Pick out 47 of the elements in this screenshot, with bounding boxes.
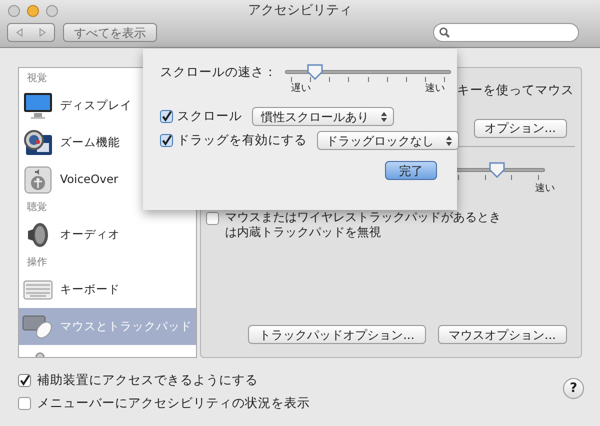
minimize-button[interactable] [27,5,39,17]
up-down-arrows-icon [381,112,387,122]
show-all-button[interactable]: すべてを表示 [63,23,157,42]
search-icon [439,27,450,38]
mouse-keys-text: キーを使ってマウス [457,81,575,99]
monitor-icon [23,92,53,120]
trackpad-mouse-icon [22,314,54,340]
options-button[interactable]: オプション... [474,118,567,138]
scroll-speed-label: スクロールの速さ： [160,63,277,81]
checkbox[interactable] [160,134,173,147]
fast-label: 速い [535,182,555,196]
slider[interactable] [285,63,451,81]
checkbox[interactable] [206,212,219,225]
option-label: スクロール [177,107,242,126]
popup-menu[interactable]: 慣性スクロールあり [252,107,394,126]
sidebar-item[interactable]: キーボード [19,271,196,308]
done-button[interactable]: 完了 [385,161,437,180]
options-button[interactable]: トラックパッドオプション... [248,325,426,344]
checkbox-label: 補助装置にアクセスできるようにする [37,371,258,389]
help-button[interactable]: ? [563,378,584,399]
sidebar-section-header: 聴覚 [27,200,47,214]
sidebar-section-header: 視覚 [27,72,47,86]
magnifier-window-icon [23,128,53,156]
close-button[interactable] [8,5,20,17]
sidebar-section-header: 操作 [27,256,47,270]
zoom-button[interactable] [46,5,58,17]
fast-label: 速い [425,82,445,96]
accessibility-icon [24,166,52,194]
back-forward-buttons[interactable] [7,23,55,42]
forward-arrow-icon [39,28,46,37]
checkbox[interactable] [18,396,31,410]
checkbox[interactable] [160,110,173,123]
slow-label: 遅い [291,82,311,96]
ignore-trackpad-label: マウスまたはワイヤレストラックパッドがあるときは内蔵トラックパッドを無視 [225,210,502,240]
back-arrow-icon [16,28,23,37]
checkbox[interactable] [18,374,31,387]
window-title: アクセシビリティ [248,2,352,20]
sidebar-item[interactable]: オーディオ [19,216,196,253]
checkbox-label: メニューバーにアクセシビリティの状況を表示 [37,394,310,412]
popup-menu[interactable]: ドラッグロックなし [317,131,459,150]
up-down-arrows-icon [446,136,452,146]
options-button[interactable]: マウスオプション... [438,325,567,344]
slider-thumb[interactable] [306,63,324,81]
slider-thumb[interactable] [488,160,506,179]
search-field[interactable] [433,23,579,42]
keyboard-icon [23,280,53,300]
option-label: ドラッグを有効にする [177,131,307,150]
